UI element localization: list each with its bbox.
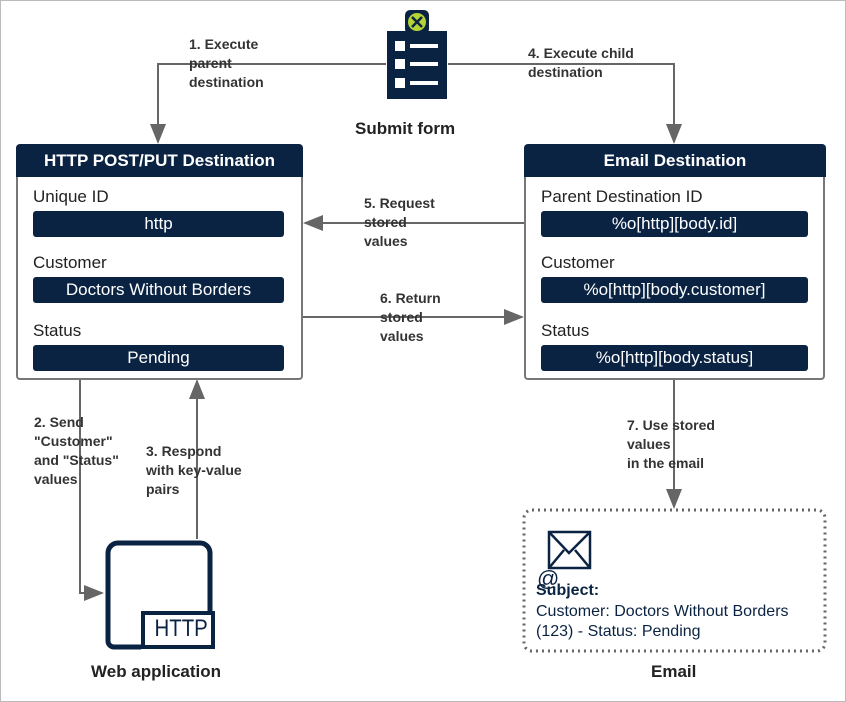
step-2-label: 2. Send "Customer" and "Status" values: [34, 414, 119, 487]
step-3-label: 3. Respond with key-value pairs: [146, 443, 242, 497]
email-caption: Email: [651, 662, 697, 681]
field-value: %o[http][body.id]: [541, 211, 808, 237]
step-4-label: 4. Execute child destination: [528, 45, 634, 80]
step-6-label: 6. Return stored values: [380, 290, 441, 344]
email-subject-label: Subject:: [536, 582, 600, 599]
step-5-label: 5. Request stored values: [364, 195, 435, 249]
form-caption: Submit form: [355, 119, 456, 138]
step-1-label: 1. Execute parent destination: [189, 36, 264, 90]
web-app-caption: Web application: [91, 662, 222, 681]
http-icon-text: HTTP: [154, 615, 208, 642]
form-icon: [387, 10, 447, 99]
diagram: 1. Execute parent destination 4. Execute…: [0, 0, 846, 702]
field-value: Doctors Without Borders: [33, 277, 284, 303]
envelope-icon: [547, 530, 592, 570]
field-value: %o[http][body.customer]: [541, 277, 808, 303]
field-value: Pending: [33, 345, 284, 371]
step-7-label: 7. Use stored values in the email: [627, 417, 715, 471]
email-subject-text: Customer: Doctors Without Borders (123) …: [536, 603, 789, 640]
field-label: Customer: [33, 253, 107, 272]
field-label: Parent Destination ID: [541, 187, 703, 206]
field-value: %o[http][body.status]: [541, 345, 808, 371]
field-label: Status: [541, 321, 590, 340]
http-destination-title: HTTP POST/PUT Destination: [16, 144, 303, 177]
field-label: Unique ID: [33, 187, 109, 206]
field-label: Customer: [541, 253, 615, 272]
email-destination-title: Email Destination: [524, 144, 826, 177]
field-label: Status: [33, 321, 82, 340]
field-value: http: [33, 211, 284, 237]
